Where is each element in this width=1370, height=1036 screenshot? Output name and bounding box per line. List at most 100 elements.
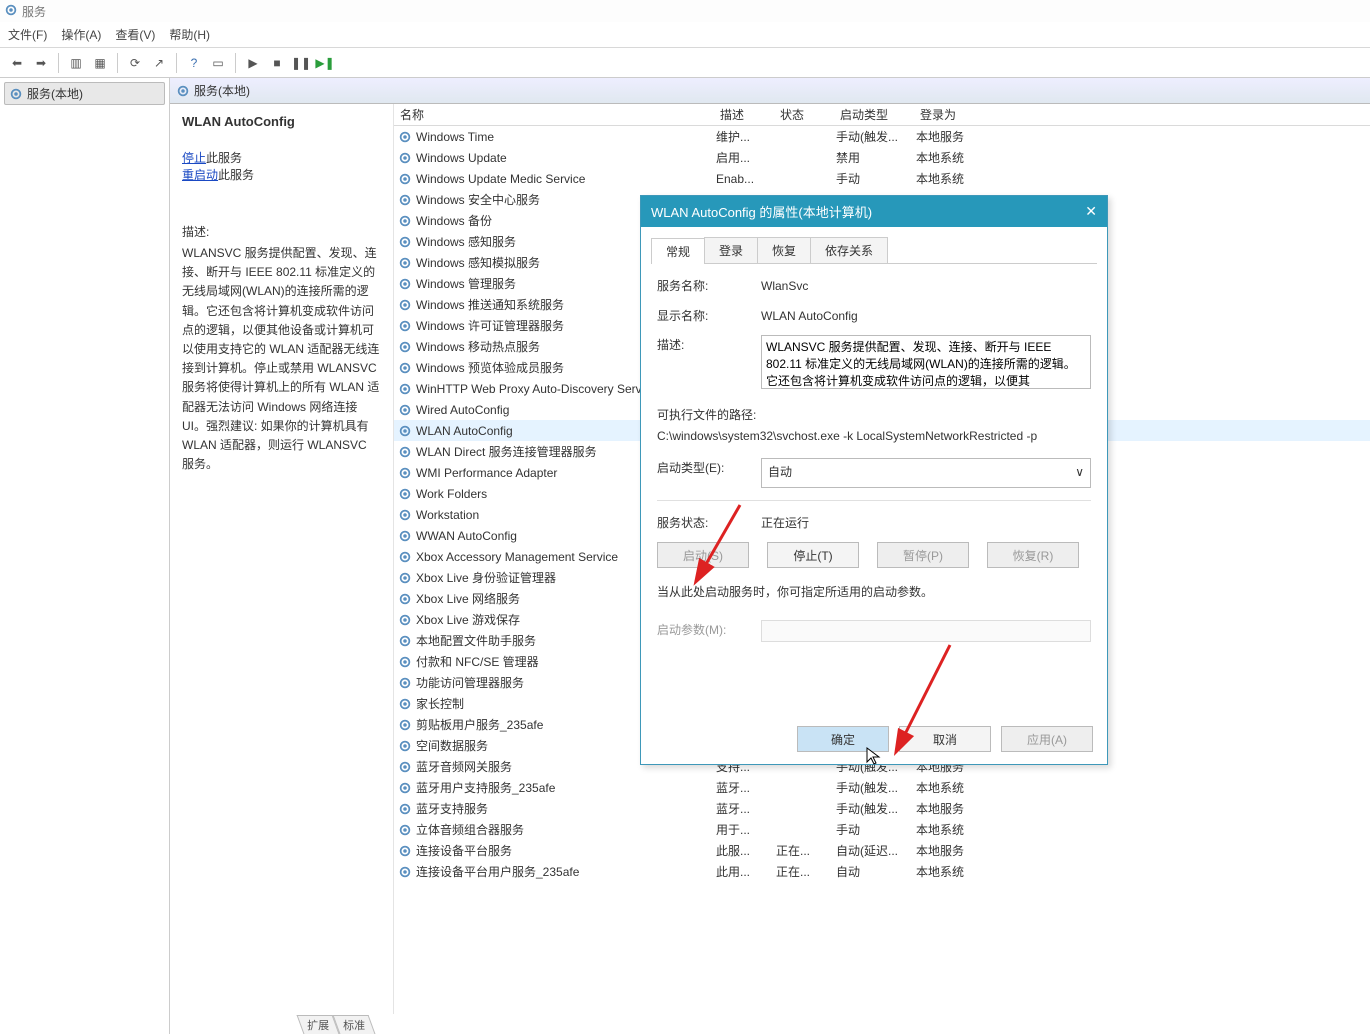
export-button[interactable]: ↗ — [148, 52, 170, 74]
column-startup[interactable]: 启动类型 — [834, 104, 914, 125]
gear-icon — [398, 403, 412, 417]
startup-type-value: 自动 — [768, 462, 792, 484]
close-icon[interactable]: ✕ — [1085, 203, 1097, 220]
service-row[interactable]: 立体音频组合器服务用于...手动本地系统 — [394, 819, 1370, 840]
side-info: WLAN AutoConfig 停止此服务 重启动此服务 描述: WLANSVC… — [170, 104, 394, 1014]
tab-recovery[interactable]: 恢复 — [757, 237, 811, 263]
start-params-hint: 当从此处启动服务时，你可指定所适用的启动参数。 — [657, 582, 1091, 604]
menu-bar: 文件(F) 操作(A) 查看(V) 帮助(H) — [0, 22, 1370, 48]
gear-icon — [398, 361, 412, 375]
pause-service-button[interactable]: ❚❚ — [290, 52, 312, 74]
service-name: Windows Update Medic Service — [416, 172, 716, 186]
service-row[interactable]: 蓝牙用户支持服务_235afe蓝牙...手动(触发...本地系统 — [394, 777, 1370, 798]
start-service-button[interactable]: ▶ — [242, 52, 264, 74]
service-name: 蓝牙用户支持服务_235afe — [416, 779, 716, 796]
properties-dialog: WLAN AutoConfig 的属性(本地计算机) ✕ 常规 登录 恢复 依存… — [640, 195, 1108, 765]
pause-button: 暂停(P) — [877, 542, 969, 568]
bottom-tabs: 扩展 标准 — [300, 1015, 372, 1034]
service-desc: 用于... — [716, 821, 776, 838]
window-titlebar: 服务 — [0, 0, 1370, 22]
dialog-footer: 确定 取消 应用(A) — [797, 726, 1093, 752]
service-name: 立体音频组合器服务 — [416, 821, 716, 838]
stop-link[interactable]: 停止 — [182, 151, 206, 165]
help-button[interactable]: ? — [183, 52, 205, 74]
back-button[interactable]: ⬅ — [6, 52, 28, 74]
stop-suffix: 此服务 — [206, 151, 242, 165]
props-button-2[interactable]: ▭ — [207, 52, 229, 74]
startup-type-label: 启动类型(E): — [657, 458, 761, 480]
gear-icon — [398, 739, 412, 753]
service-desc: 此用... — [716, 863, 776, 880]
menu-action[interactable]: 操作(A) — [61, 26, 101, 43]
stop-service-button[interactable]: ■ — [266, 52, 288, 74]
cancel-button[interactable]: 取消 — [899, 726, 991, 752]
service-logon: 本地服务 — [916, 800, 996, 817]
restart-service-button[interactable]: ▶❚ — [314, 52, 336, 74]
service-row[interactable]: Windows Time维护...手动(触发...本地服务 — [394, 126, 1370, 147]
menu-view[interactable]: 查看(V) — [115, 26, 155, 43]
service-startup: 手动 — [836, 170, 916, 187]
gear-icon — [398, 718, 412, 732]
service-row[interactable]: 连接设备平台服务此服...正在...自动(延迟...本地服务 — [394, 840, 1370, 861]
column-state[interactable]: 状态 — [774, 104, 834, 125]
column-name[interactable]: 名称 — [394, 104, 714, 125]
gear-icon — [398, 445, 412, 459]
service-desc: 蓝牙... — [716, 779, 776, 796]
display-name-value: WLAN AutoConfig — [761, 306, 1091, 328]
toolbar: ⬅ ➡ ▥ ▦ ⟳ ↗ ? ▭ ▶ ■ ❚❚ ▶❚ — [0, 48, 1370, 78]
service-startup: 禁用 — [836, 149, 916, 166]
start-params-label: 启动参数(M): — [657, 620, 761, 642]
tree-node-services-local[interactable]: 服务(本地) — [4, 82, 165, 105]
service-row[interactable]: 连接设备平台用户服务_235afe此用...正在...自动本地系统 — [394, 861, 1370, 882]
properties-button[interactable]: ▦ — [89, 52, 111, 74]
gear-icon — [176, 84, 190, 98]
tab-dependencies[interactable]: 依存关系 — [810, 237, 888, 263]
exe-path-value: C:\windows\system32\svchost.exe -k Local… — [657, 426, 1091, 448]
show-hide-button[interactable]: ▥ — [65, 52, 87, 74]
service-status-value: 正在运行 — [761, 513, 1091, 535]
tab-logon[interactable]: 登录 — [704, 237, 758, 263]
display-name-label: 显示名称: — [657, 306, 761, 328]
column-desc[interactable]: 描述 — [714, 104, 774, 125]
restart-link[interactable]: 重启动 — [182, 168, 218, 182]
service-desc: 启用... — [716, 149, 776, 166]
gear-icon — [398, 424, 412, 438]
service-name: 连接设备平台用户服务_235afe — [416, 863, 716, 880]
service-name: 连接设备平台服务 — [416, 842, 716, 859]
description-textarea[interactable] — [761, 335, 1091, 389]
window-title: 服务 — [22, 3, 46, 20]
ok-button[interactable]: 确定 — [797, 726, 889, 752]
gear-icon — [398, 151, 412, 165]
service-logon: 本地系统 — [916, 170, 996, 187]
service-startup: 自动 — [836, 863, 916, 880]
service-row[interactable]: Windows Update Medic ServiceEnab...手动本地系… — [394, 168, 1370, 189]
chevron-down-icon: ∨ — [1075, 462, 1084, 484]
forward-button[interactable]: ➡ — [30, 52, 52, 74]
service-name: Windows Time — [416, 130, 716, 144]
gear-icon — [398, 844, 412, 858]
gear-icon — [398, 865, 412, 879]
service-logon: 本地服务 — [916, 842, 996, 859]
service-row[interactable]: Windows Update启用...禁用本地系统 — [394, 147, 1370, 168]
gear-icon — [398, 466, 412, 480]
gear-icon — [398, 235, 412, 249]
start-button: 启动(S) — [657, 542, 749, 568]
menu-help[interactable]: 帮助(H) — [169, 26, 210, 43]
tab-standard[interactable]: 标准 — [333, 1015, 376, 1034]
selected-service-title: WLAN AutoConfig — [182, 114, 381, 129]
service-logon: 本地服务 — [916, 128, 996, 145]
menu-file[interactable]: 文件(F) — [8, 26, 47, 43]
main-header: 服务(本地) — [170, 78, 1370, 104]
service-name-label: 服务名称: — [657, 276, 761, 298]
dialog-titlebar[interactable]: WLAN AutoConfig 的属性(本地计算机) ✕ — [641, 196, 1107, 227]
service-row[interactable]: 蓝牙支持服务蓝牙...手动(触发...本地服务 — [394, 798, 1370, 819]
tab-general[interactable]: 常规 — [651, 238, 705, 264]
service-status-label: 服务状态: — [657, 513, 761, 535]
gear-icon — [398, 298, 412, 312]
column-logon[interactable]: 登录为 — [914, 104, 994, 125]
refresh-button[interactable]: ⟳ — [124, 52, 146, 74]
stop-button[interactable]: 停止(T) — [767, 542, 859, 568]
service-logon: 本地系统 — [916, 149, 996, 166]
startup-type-select[interactable]: 自动 ∨ — [761, 458, 1091, 488]
gear-icon — [398, 214, 412, 228]
